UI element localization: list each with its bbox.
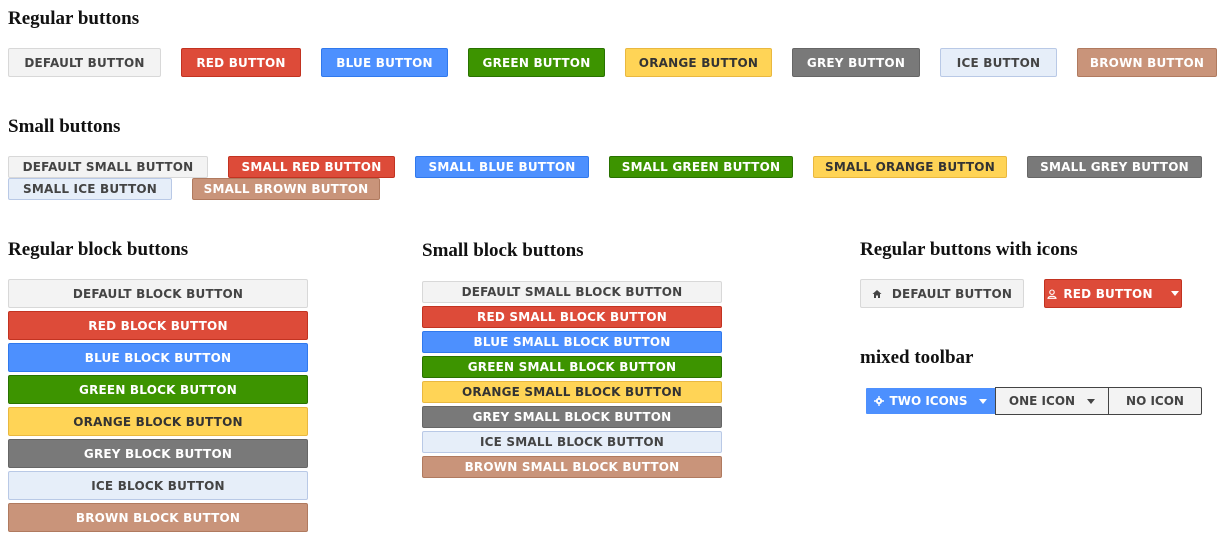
green-button[interactable]: GREEN BUTTON [468, 48, 605, 77]
orange-block-button[interactable]: ORANGE BLOCK BUTTON [8, 407, 308, 436]
red-small-block-button[interactable]: RED SMALL BLOCK BUTTON [422, 306, 722, 328]
ice-small-block-button[interactable]: ICE SMALL BLOCK BUTTON [422, 431, 722, 453]
grey-block-button[interactable]: GREY BLOCK BUTTON [8, 439, 308, 468]
heading-regular-block-buttons: Regular block buttons [8, 239, 189, 260]
ice-button[interactable]: ICE BUTTON [940, 48, 1057, 77]
heading-small-buttons: Small buttons [8, 116, 121, 137]
small-green-button[interactable]: SMALL GREEN BUTTON [609, 156, 793, 178]
red-block-button[interactable]: RED BLOCK BUTTON [8, 311, 308, 340]
blue-small-block-button[interactable]: BLUE SMALL BLOCK BUTTON [422, 331, 722, 353]
brown-block-button[interactable]: BROWN BLOCK BUTTON [8, 503, 308, 532]
blue-block-button[interactable]: BLUE BLOCK BUTTON [8, 343, 308, 372]
small-ice-button[interactable]: SMALL ICE BUTTON [8, 178, 172, 200]
small-grey-button[interactable]: SMALL GREY BUTTON [1027, 156, 1202, 178]
gear-icon [873, 396, 884, 406]
two-icons-label: TWO ICONS [889, 394, 968, 408]
default-small-block-button[interactable]: DEFAULT SMALL BLOCK BUTTON [422, 281, 722, 303]
green-block-button[interactable]: GREEN BLOCK BUTTON [8, 375, 308, 404]
no-icon-button[interactable]: NO ICON [1108, 387, 1202, 415]
heading-regular-buttons: Regular buttons [8, 8, 140, 29]
caret-down-icon [979, 398, 988, 404]
one-icon-label: ONE ICON [1008, 394, 1076, 408]
home-icon [872, 289, 882, 299]
no-icon-label: NO ICON [1126, 394, 1184, 408]
default-block-button[interactable]: DEFAULT BLOCK BUTTON [8, 279, 308, 308]
grey-small-block-button[interactable]: GREY SMALL BLOCK BUTTON [422, 406, 722, 428]
ice-block-button[interactable]: ICE BLOCK BUTTON [8, 471, 308, 500]
heading-buttons-with-icons: Regular buttons with icons [860, 239, 1078, 260]
red-icon-button[interactable]: RED BUTTON [1044, 279, 1182, 308]
small-brown-button[interactable]: SMALL BROWN BUTTON [192, 178, 380, 200]
default-icon-button[interactable]: DEFAULT BUTTON [860, 279, 1024, 308]
brown-small-block-button[interactable]: BROWN SMALL BLOCK BUTTON [422, 456, 722, 478]
orange-small-block-button[interactable]: ORANGE SMALL BLOCK BUTTON [422, 381, 722, 403]
default-icon-button-label: DEFAULT BUTTON [891, 286, 1013, 301]
heading-mixed-toolbar: mixed toolbar [860, 347, 974, 368]
small-blue-button[interactable]: SMALL BLUE BUTTON [415, 156, 589, 178]
user-icon [1047, 288, 1057, 299]
caret-down-icon [1170, 291, 1179, 296]
blue-button[interactable]: BLUE BUTTON [321, 48, 448, 77]
heading-small-block-buttons: Small block buttons [422, 240, 584, 261]
red-button[interactable]: RED BUTTON [181, 48, 301, 77]
small-red-button[interactable]: SMALL RED BUTTON [228, 156, 395, 178]
orange-button[interactable]: ORANGE BUTTON [625, 48, 772, 77]
two-icons-button[interactable]: TWO ICONS [865, 387, 996, 415]
brown-button[interactable]: BROWN BUTTON [1077, 48, 1217, 77]
red-icon-button-label: RED BUTTON [1063, 286, 1153, 301]
mixed-toolbar: TWO ICONS ONE ICON NO ICON [865, 387, 1202, 415]
one-icon-button[interactable]: ONE ICON [995, 387, 1109, 415]
default-button[interactable]: DEFAULT BUTTON [8, 48, 161, 77]
grey-button[interactable]: GREY BUTTON [792, 48, 920, 77]
small-orange-button[interactable]: SMALL ORANGE BUTTON [813, 156, 1007, 178]
caret-down-icon [1087, 398, 1096, 404]
default-small-button[interactable]: DEFAULT SMALL BUTTON [8, 156, 208, 178]
green-small-block-button[interactable]: GREEN SMALL BLOCK BUTTON [422, 356, 722, 378]
